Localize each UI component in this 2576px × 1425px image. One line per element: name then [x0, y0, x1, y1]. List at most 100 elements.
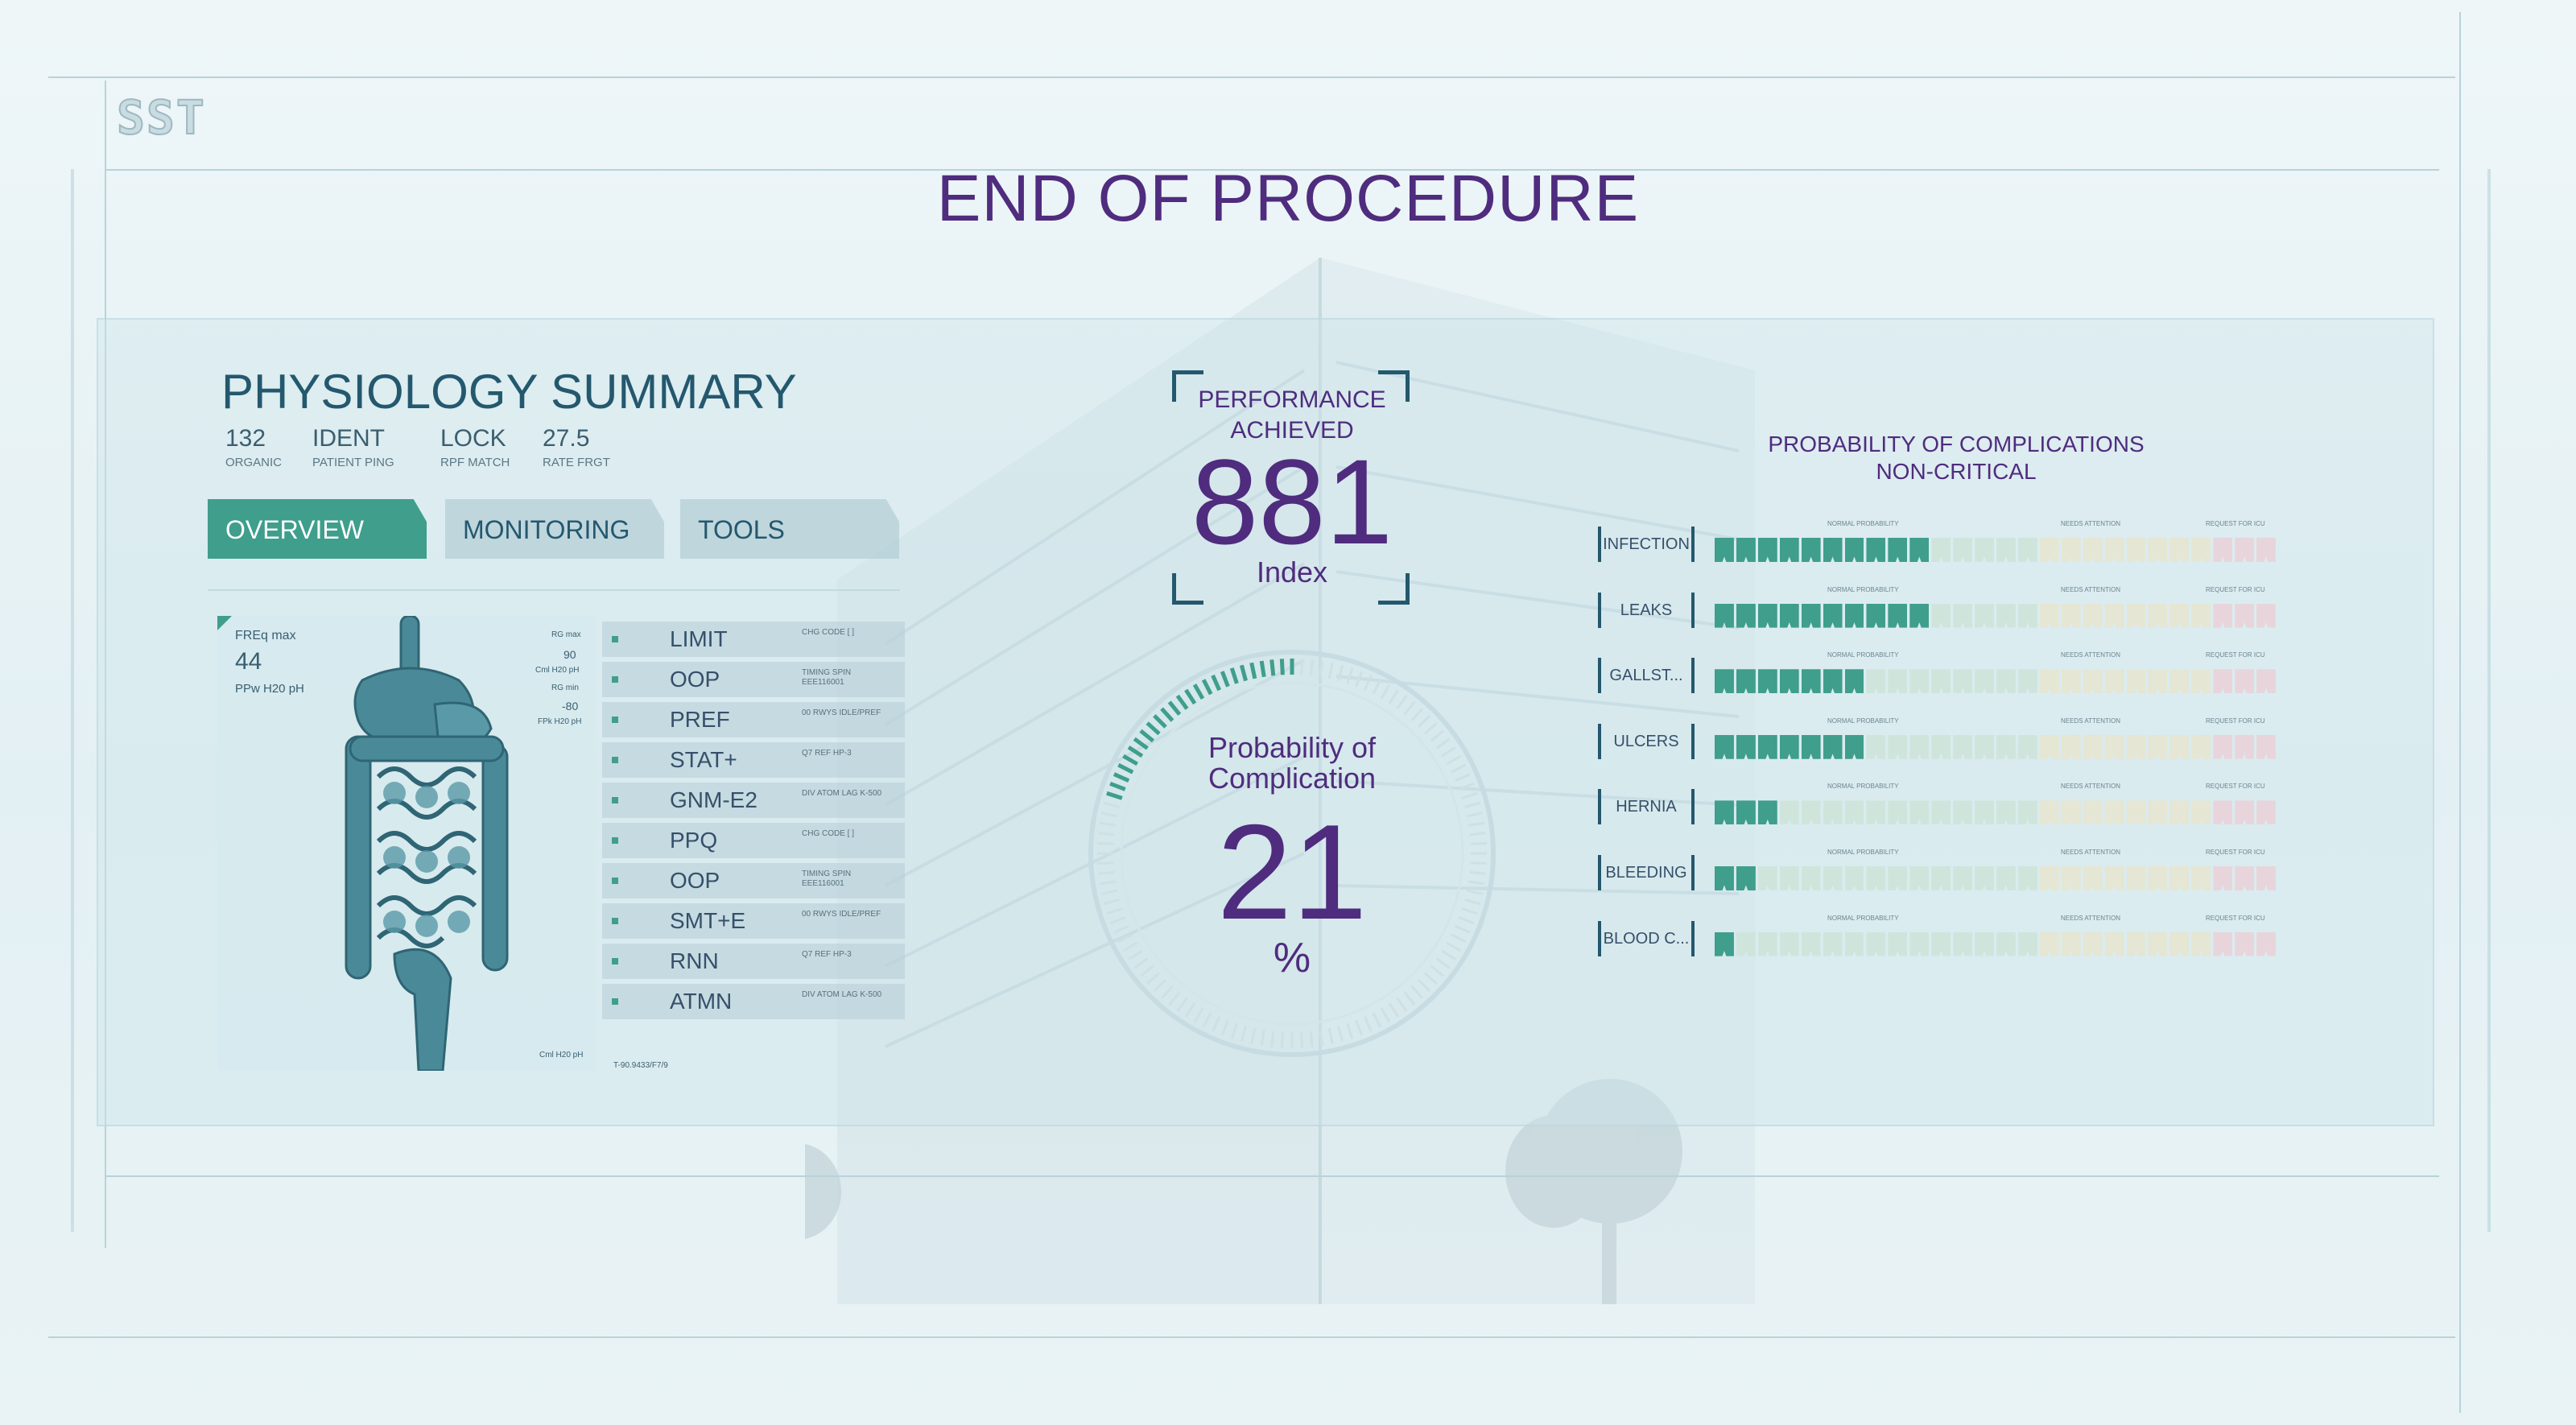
- list-item-code: CHG CODE [ ]: [802, 829, 855, 838]
- bar-segment-filled: [1823, 603, 1843, 628]
- list-item[interactable]: SMT+E 00 RWYS IDLE/PREF: [602, 903, 905, 939]
- list-item[interactable]: RNN Q7 REF HP-3: [602, 944, 905, 979]
- bar-segment-filled: [1757, 800, 1777, 825]
- bar-segment: [2213, 931, 2233, 956]
- gauge-tick: [1193, 1007, 1204, 1023]
- bar-segment-filled: [1779, 669, 1799, 694]
- list-item[interactable]: PREF 00 RWYS IDLE/PREF: [602, 702, 905, 737]
- bar-segment: [2213, 866, 2233, 890]
- organ-panel: FREq max 44 PPw H20 pH RG max 90 Cml H20…: [217, 616, 596, 1071]
- gauge-tick: [1464, 801, 1481, 808]
- bullet-icon: [612, 676, 618, 683]
- gauge-tick-filled: [1269, 659, 1276, 676]
- bar-segment: [2104, 538, 2124, 562]
- list-item-name: SMT+E: [670, 908, 746, 933]
- zone-label: REQUEST FOR ICU: [2206, 717, 2265, 725]
- complication-bar: [1715, 734, 2278, 759]
- list-item[interactable]: ATMN DIV ATOM LAG K-500: [602, 984, 905, 1019]
- gauge-tick: [1410, 708, 1424, 722]
- digestive-system-illustration: [345, 616, 509, 1071]
- bar-segment: [2235, 931, 2255, 956]
- gauge-tick: [1410, 985, 1424, 999]
- gauge-tick: [1455, 924, 1471, 934]
- bar-segment: [2235, 669, 2255, 694]
- gauge-tick: [1160, 985, 1174, 999]
- bar-segment: [1909, 866, 1930, 890]
- gauge-tick: [1099, 880, 1116, 886]
- complication-row: ULCERS NORMAL PROBABILITY NEEDS ATTENTION R…: [1598, 717, 2282, 767]
- complication-row: BLEEDING NORMAL PROBABILITY NEEDS ATTENTIO…: [1598, 849, 2282, 898]
- complication-bar: [1715, 800, 2278, 825]
- bar-segment: [2126, 866, 2146, 890]
- zone-label: NORMAL PROBABILITY: [1827, 585, 1899, 593]
- bar-segment: [2191, 800, 2211, 825]
- tab-monitoring[interactable]: MONITORING: [445, 499, 664, 559]
- list-item-name: PPQ: [670, 828, 718, 853]
- gauge-tick: [1469, 832, 1486, 836]
- list-item-name: OOP: [670, 667, 720, 692]
- gauge-tick-filled: [1201, 679, 1213, 696]
- bar-segment: [2017, 800, 2037, 825]
- bar-segment: [1975, 866, 1994, 890]
- tab-overview[interactable]: OVERVIEW: [208, 499, 427, 559]
- bar-segment-filled: [1801, 669, 1821, 694]
- gauge-tick: [1202, 1012, 1212, 1028]
- bar-segment-filled: [1736, 538, 1756, 562]
- bar-segment: [2083, 800, 2103, 825]
- list-item-name: PREF: [670, 707, 730, 732]
- bar-segment-filled: [1866, 603, 1886, 628]
- frame-bottom-line: [48, 1336, 2455, 1338]
- gauge-tick: [1355, 1019, 1364, 1036]
- gauge-tick: [1100, 812, 1118, 818]
- list-item[interactable]: OOP TIMING SPIN EEE116001: [602, 863, 905, 898]
- bar-segment: [1844, 800, 1864, 825]
- gauge-tick: [1372, 679, 1382, 695]
- bar-segment: [2126, 669, 2146, 694]
- bar-segment: [1866, 866, 1886, 890]
- bar-segment: [2256, 800, 2276, 825]
- stat-value: LOCK: [440, 425, 506, 452]
- zone-label: REQUEST FOR ICU: [2206, 651, 2265, 659]
- gauge-tick: [1470, 841, 1487, 845]
- gauge-tick: [1270, 1031, 1275, 1047]
- gauge-tick: [1403, 991, 1416, 1006]
- bar-segment: [2104, 669, 2124, 694]
- gauge-tick: [1466, 812, 1484, 818]
- list-item[interactable]: PPQ CHG CODE [ ]: [602, 823, 905, 858]
- complication-label: LEAKS: [1598, 592, 1695, 628]
- bar-segment-filled: [1715, 669, 1734, 694]
- list-item[interactable]: STAT+ Q7 REF HP-3: [602, 742, 905, 778]
- bar-segment: [1888, 669, 1908, 694]
- bar-segment: [2017, 931, 2037, 956]
- tab-tools[interactable]: TOOLS: [680, 499, 899, 559]
- bar-segment: [2148, 669, 2168, 694]
- bar-segment: [1757, 866, 1777, 890]
- gauge-tick: [1363, 1016, 1373, 1032]
- zone-label: NORMAL PROBABILITY: [1827, 849, 1899, 856]
- bar-segment: [2235, 734, 2255, 759]
- gauge-tick: [1380, 1007, 1391, 1023]
- gauge-tick: [1319, 660, 1324, 677]
- gauge-tick: [1220, 1019, 1229, 1036]
- list-item[interactable]: OOP TIMING SPIN EEE116001: [602, 662, 905, 697]
- frame-right-outer-line: [2487, 169, 2491, 1232]
- bullet-icon: [612, 998, 618, 1005]
- gauge-tick: [1468, 821, 1485, 827]
- list-item[interactable]: LIMIT CHG CODE [ ]: [602, 622, 905, 657]
- gauge-tick: [1464, 898, 1481, 906]
- gauge-tick-filled: [1167, 700, 1182, 717]
- bar-segment: [1975, 734, 1994, 759]
- bar-segment-filled: [1736, 866, 1756, 890]
- bar-segment: [1975, 603, 1994, 628]
- bar-segment: [1953, 734, 1973, 759]
- bar-segment-filled: [1801, 538, 1821, 562]
- bar-segment: [2213, 734, 2233, 759]
- gauge-tick: [1309, 659, 1314, 676]
- list-item[interactable]: GNM-E2 DIV ATOM LAG K-500: [602, 783, 905, 818]
- zone-label: NORMAL PROBABILITY: [1827, 717, 1899, 725]
- zone-label: NEEDS ATTENTION: [2061, 585, 2121, 593]
- bar-segment: [2017, 734, 2037, 759]
- stat-label: RPF MATCH: [440, 456, 510, 469]
- bar-segment: [2191, 669, 2211, 694]
- zone-label: REQUEST FOR ICU: [2206, 520, 2265, 527]
